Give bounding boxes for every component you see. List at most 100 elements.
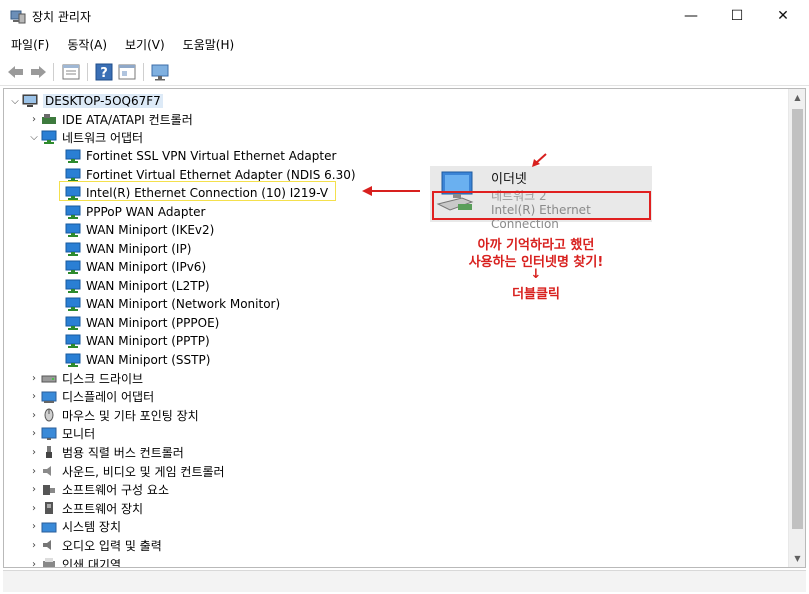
chevron-right-icon[interactable]: › — [27, 373, 41, 384]
chevron-right-icon[interactable]: › — [27, 447, 41, 458]
chevron-right-icon[interactable]: › — [27, 410, 41, 421]
chevron-right-icon[interactable]: › — [27, 466, 41, 477]
toolbar-separator — [143, 63, 144, 81]
network-adapter-icon — [65, 316, 81, 330]
adapter-label: WAN Miniport (Network Monitor) — [86, 297, 281, 311]
network-adapter-item[interactable]: WAN Miniport (SSTP) — [65, 351, 210, 369]
menu-view[interactable]: 보기(V) — [114, 34, 172, 56]
category-label: 오디오 입력 및 출력 — [62, 538, 162, 553]
chevron-down-icon[interactable]: ⌵ — [8, 96, 22, 107]
scroll-up-arrow-icon[interactable]: ▲ — [789, 89, 805, 106]
category-label: 디스크 드라이브 — [62, 371, 144, 386]
category-item[interactable]: › 사운드, 비디오 및 게임 컨트롤러 — [27, 462, 225, 480]
red-diagonal-arrow-icon — [532, 153, 547, 167]
adapter-label: WAN Miniport (PPPOE) — [86, 315, 220, 330]
category-label: 인쇄 대기열 — [62, 557, 122, 568]
category-item[interactable]: › 디스플레이 어댑터 — [27, 388, 154, 406]
monitor-icon — [41, 427, 57, 440]
chevron-right-icon[interactable]: › — [27, 521, 41, 532]
network-adapter-icon — [65, 223, 81, 237]
annotation-line3: 더블클릭 — [512, 287, 560, 302]
network-adapter-item[interactable]: Fortinet SSL VPN Virtual Ethernet Adapte… — [65, 147, 336, 165]
chevron-right-icon[interactable]: › — [27, 540, 41, 551]
network-adapter-item[interactable]: WAN Miniport (IP) — [65, 240, 191, 258]
highlight-intel-adapter — [59, 181, 336, 201]
chevron-right-icon[interactable]: › — [27, 484, 41, 495]
ide-controller-icon — [42, 114, 56, 124]
chevron-right-icon[interactable]: › — [27, 428, 41, 439]
toolbar: ? — [0, 58, 809, 86]
chevron-right-icon[interactable]: › — [27, 503, 41, 514]
software-device-icon — [45, 502, 53, 515]
chevron-right-icon[interactable]: › — [27, 114, 41, 125]
category-item[interactable]: › 범용 직렬 버스 컨트롤러 — [27, 443, 184, 461]
menu-help[interactable]: 도움말(H) — [172, 34, 242, 56]
adapter-label: WAN Miniport (IP) — [86, 241, 192, 256]
chevron-right-icon[interactable]: › — [27, 391, 41, 402]
device-tree-panel[interactable]: ⌵ DESKTOP-5OQ67F7 › IDE ATA/ATAPI 컨트롤러 ⌵… — [3, 88, 806, 568]
network-adapter-item[interactable]: WAN Miniport (IKEv2) — [65, 221, 214, 239]
close-button[interactable]: ✕ — [760, 0, 806, 32]
category-network-adapter[interactable]: ⌵ 네트워크 어댑터 — [27, 128, 143, 146]
category-label: 사운드, 비디오 및 게임 컨트롤러 — [62, 464, 225, 479]
category-label: 소프트웨어 구성 요소 — [62, 483, 169, 498]
category-ide-ata[interactable]: › IDE ATA/ATAPI 컨트롤러 — [27, 110, 193, 128]
chevron-right-icon[interactable]: › — [27, 559, 41, 568]
menu-action[interactable]: 동작(A) — [56, 34, 114, 56]
category-item[interactable]: › 디스크 드라이브 — [27, 369, 143, 387]
red-left-arrow-icon — [362, 186, 420, 196]
network-adapter-item[interactable]: WAN Miniport (Network Monitor) — [65, 295, 280, 313]
svg-text:?: ? — [100, 66, 108, 81]
help-icon[interactable]: ? — [93, 61, 115, 83]
network-adapter-item[interactable]: PPPoP WAN Adapter — [65, 203, 206, 221]
category-item[interactable]: › 소프트웨어 구성 요소 — [27, 481, 169, 499]
network-adapter-item[interactable]: WAN Miniport (IPv6) — [65, 258, 206, 276]
scrollbar-thumb[interactable] — [792, 109, 803, 529]
tree-root[interactable]: ⌵ DESKTOP-5OQ67F7 — [8, 92, 163, 110]
computer-monitor-icon[interactable] — [149, 61, 171, 83]
properties-icon[interactable] — [60, 61, 82, 83]
adapter-label: Fortinet Virtual Ethernet Adapter (NDIS … — [86, 167, 356, 182]
category-item[interactable]: › 인쇄 대기열 — [27, 555, 122, 568]
software-component-icon — [43, 484, 55, 495]
network-adapter-icon — [65, 242, 81, 256]
category-label: 소프트웨어 장치 — [62, 501, 144, 516]
category-label: 디스플레이 어댑터 — [62, 390, 155, 405]
network-adapter-icon — [65, 205, 81, 219]
maximize-button[interactable]: ☐ — [714, 0, 760, 32]
category-label: 시스템 장치 — [62, 520, 122, 535]
adapter-label: WAN Miniport (L2TP) — [86, 278, 210, 293]
forward-icon[interactable] — [27, 61, 49, 83]
category-item[interactable]: › 모니터 — [27, 425, 95, 443]
network-adapter-icon — [65, 297, 81, 311]
annotation-down-arrow: ↓ — [530, 267, 542, 282]
back-icon[interactable] — [5, 61, 27, 83]
print-queue-icon — [43, 558, 55, 567]
adapter-label: WAN Miniport (PPTP) — [86, 334, 210, 348]
scroll-down-arrow-icon[interactable]: ▼ — [789, 550, 805, 567]
category-item[interactable]: › 마우스 및 기타 포인팅 장치 — [27, 406, 199, 424]
network-adapter-item[interactable]: WAN Miniport (L2TP) — [65, 277, 210, 295]
audio-io-icon — [43, 540, 51, 551]
menu-file[interactable]: 파일(F) — [0, 34, 56, 56]
category-label: 범용 직렬 버스 컨트롤러 — [62, 445, 184, 460]
adapter-label: WAN Miniport (IKEv2) — [86, 223, 215, 237]
network-adapter-item[interactable]: WAN Miniport (PPPOE) — [65, 314, 219, 332]
category-item[interactable]: › 오디오 입력 및 출력 — [27, 536, 162, 554]
category-label: 모니터 — [62, 427, 96, 442]
chevron-down-icon[interactable]: ⌵ — [27, 132, 41, 143]
minimize-button[interactable]: — — [668, 0, 714, 32]
status-bar — [3, 570, 806, 592]
network-adapter-icon — [65, 334, 81, 348]
category-item[interactable]: › 시스템 장치 — [27, 518, 121, 536]
category-label: IDE ATA/ATAPI 컨트롤러 — [62, 112, 193, 127]
category-item[interactable]: › 소프트웨어 장치 — [27, 499, 143, 517]
network-adapter-item[interactable]: WAN Miniport (PPTP) — [65, 332, 210, 350]
vertical-scrollbar[interactable]: ▲ ▼ — [788, 89, 805, 567]
mouse-icon — [44, 408, 54, 422]
category-label: 마우스 및 기타 포인팅 장치 — [62, 408, 199, 423]
show-hidden-icon[interactable] — [116, 61, 138, 83]
title-bar: 장치 관리자 — ☐ ✕ — [0, 0, 809, 32]
adapter-label: PPPoP WAN Adapter — [86, 204, 206, 219]
usb-icon — [46, 446, 52, 459]
